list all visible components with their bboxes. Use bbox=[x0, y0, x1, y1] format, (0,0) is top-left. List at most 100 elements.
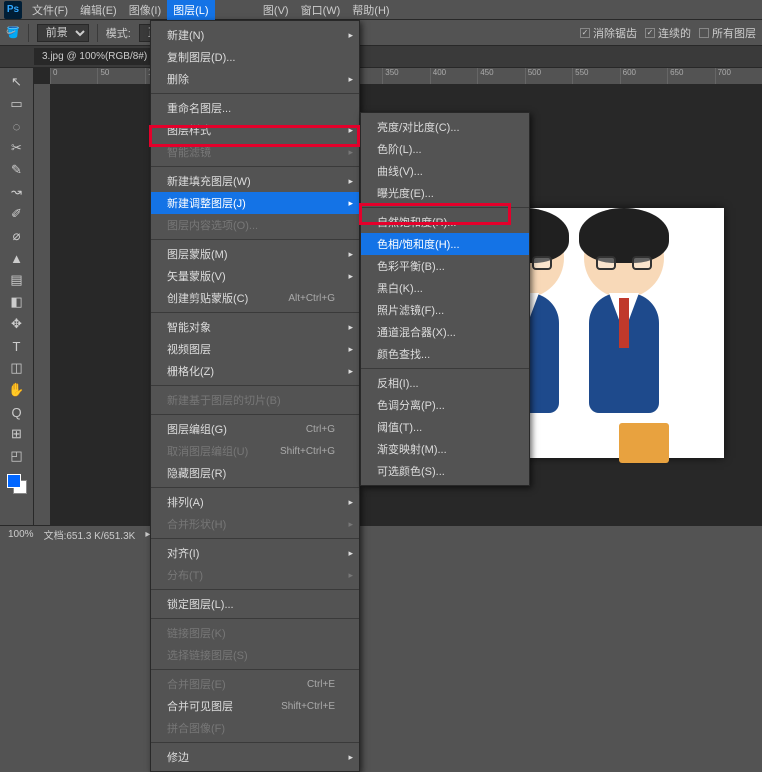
chevron-right-icon: ▸ bbox=[348, 344, 353, 355]
menu-item: 图层内容选项(O)... bbox=[151, 214, 359, 236]
ruler-vertical bbox=[34, 84, 50, 525]
menu-item[interactable]: 反相(I)... bbox=[361, 372, 529, 394]
tool-button[interactable]: ◰ bbox=[6, 446, 28, 466]
menu-item[interactable]: 图(V) bbox=[257, 0, 295, 20]
chevron-right-icon: ▸ bbox=[348, 74, 353, 85]
menu-item[interactable]: 图层编组(G)Ctrl+G bbox=[151, 418, 359, 440]
menu-item[interactable]: 帮助(H) bbox=[346, 0, 395, 20]
options-bar: 🪣 前景 模式: 正常 ✓消除锯齿 ✓连续的 所有图层 bbox=[0, 20, 762, 46]
mode-label: 模式: bbox=[106, 25, 131, 41]
chevron-right-icon: ▸ bbox=[348, 30, 353, 41]
contiguous-checkbox[interactable]: ✓连续的 bbox=[645, 25, 691, 41]
menu-item[interactable]: 阈值(T)... bbox=[361, 416, 529, 438]
menu-item[interactable]: 对齐(I)▸ bbox=[151, 542, 359, 564]
menu-item[interactable]: 重命名图层... bbox=[151, 97, 359, 119]
menu-item[interactable]: 栅格化(Z)▸ bbox=[151, 360, 359, 382]
tool-button[interactable]: ▲ bbox=[6, 248, 28, 268]
tool-button[interactable]: ↝ bbox=[6, 182, 28, 202]
menu-item[interactable]: 编辑(E) bbox=[74, 0, 123, 20]
tool-button[interactable]: ✋ bbox=[6, 380, 28, 400]
menu-item: 链接图层(K) bbox=[151, 622, 359, 644]
tool-button[interactable]: ✥ bbox=[6, 314, 28, 334]
menu-item[interactable]: 文件(F) bbox=[26, 0, 74, 20]
menu-item: 合并形状(H)▸ bbox=[151, 513, 359, 535]
menu-item[interactable]: 颜色查找... bbox=[361, 343, 529, 365]
menu-item[interactable]: 色彩平衡(B)... bbox=[361, 255, 529, 277]
all-layers-checkbox[interactable]: 所有图层 bbox=[699, 25, 756, 41]
tool-button[interactable]: Q bbox=[6, 402, 28, 422]
menu-item[interactable]: 图层蒙版(M)▸ bbox=[151, 243, 359, 265]
menu-item[interactable]: 亮度/对比度(C)... bbox=[361, 116, 529, 138]
tool-button[interactable]: ◫ bbox=[6, 358, 28, 378]
menu-item[interactable]: 锁定图层(L)... bbox=[151, 593, 359, 615]
menu-item[interactable]: 合并可见图层Shift+Ctrl+E bbox=[151, 695, 359, 717]
tool-button[interactable]: ▤ bbox=[6, 270, 28, 290]
chevron-right-icon: ▸ bbox=[348, 176, 353, 187]
tool-button[interactable]: T bbox=[6, 336, 28, 356]
menu-item[interactable]: 色调分离(P)... bbox=[361, 394, 529, 416]
menu-item[interactable]: 窗口(W) bbox=[295, 0, 347, 20]
tool-button[interactable]: ⌀ bbox=[6, 226, 28, 246]
menu-item: 选择链接图层(S) bbox=[151, 644, 359, 666]
chevron-right-icon: ▸ bbox=[348, 147, 353, 158]
menu-item[interactable]: 视频图层▸ bbox=[151, 338, 359, 360]
menu-item[interactable]: 智能对象▸ bbox=[151, 316, 359, 338]
menu-item[interactable]: 修边▸ bbox=[151, 746, 359, 768]
menu-item[interactable]: 照片滤镜(F)... bbox=[361, 299, 529, 321]
menu-item[interactable]: 渐变映射(M)... bbox=[361, 438, 529, 460]
menu-item[interactable]: 创建剪贴蒙版(C)Alt+Ctrl+G bbox=[151, 287, 359, 309]
menu-item: 分布(T)▸ bbox=[151, 564, 359, 586]
document-tab[interactable]: 3.jpg @ 100%(RGB/8#)× bbox=[34, 48, 167, 65]
chevron-right-icon: ▸ bbox=[348, 125, 353, 136]
menu-item[interactable]: 黑白(K)... bbox=[361, 277, 529, 299]
menu-item[interactable]: 图层(L) bbox=[167, 0, 214, 20]
tool-button[interactable]: ▭ bbox=[6, 94, 28, 114]
menu-item[interactable]: 新建填充图层(W)▸ bbox=[151, 170, 359, 192]
menu-item[interactable]: 自然饱和度(R)... bbox=[361, 211, 529, 233]
menu-item[interactable]: 矢量蒙版(V)▸ bbox=[151, 265, 359, 287]
chevron-right-icon: ▸ bbox=[348, 198, 353, 209]
menu-item[interactable]: 可选颜色(S)... bbox=[361, 460, 529, 482]
chevron-right-icon: ▸ bbox=[348, 271, 353, 282]
menu-item[interactable]: 新建调整图层(J)▸ bbox=[151, 192, 359, 214]
menu-item[interactable]: 复制图层(D)... bbox=[151, 46, 359, 68]
tool-button[interactable]: ✂ bbox=[6, 138, 28, 158]
menu-item[interactable]: 新建(N)▸ bbox=[151, 24, 359, 46]
menu-item[interactable]: 排列(A)▸ bbox=[151, 491, 359, 513]
tool-button[interactable]: ⊞ bbox=[6, 424, 28, 444]
menu-item[interactable]: 图像(I) bbox=[123, 0, 167, 20]
status-bar: 100% 文档:651.3 K/651.3K ▸ bbox=[0, 525, 762, 543]
tool-button[interactable]: ↖ bbox=[6, 72, 28, 92]
chevron-right-icon: ▸ bbox=[348, 752, 353, 763]
ps-logo-icon: Ps bbox=[4, 1, 22, 19]
menu-item[interactable]: 曝光度(E)... bbox=[361, 182, 529, 204]
antialias-checkbox[interactable]: ✓消除锯齿 bbox=[580, 25, 637, 41]
menu-bar: Ps 文件(F)编辑(E)图像(I)图层(L) 图(V)窗口(W)帮助(H) bbox=[0, 0, 762, 20]
menu-item[interactable] bbox=[215, 0, 236, 20]
tool-button[interactable]: ◌ bbox=[6, 116, 28, 136]
illustration-person bbox=[584, 218, 664, 413]
menu-item[interactable]: 图层样式▸ bbox=[151, 119, 359, 141]
tool-button[interactable]: ✎ bbox=[6, 160, 28, 180]
menu-item: 合并图层(E)Ctrl+E bbox=[151, 673, 359, 695]
fill-source-select[interactable]: 前景 bbox=[37, 24, 89, 42]
menu-item[interactable]: 色阶(L)... bbox=[361, 138, 529, 160]
menu-item[interactable]: 色相/饱和度(H)... bbox=[361, 233, 529, 255]
color-swatch[interactable] bbox=[7, 474, 27, 494]
menu-item[interactable] bbox=[236, 0, 257, 20]
tool-button[interactable]: ✐ bbox=[6, 204, 28, 224]
chevron-right-icon: ▸ bbox=[348, 519, 353, 530]
menu-item[interactable]: 隐藏图层(R) bbox=[151, 462, 359, 484]
chevron-right-icon: ▸ bbox=[348, 322, 353, 333]
menu-item[interactable]: 删除▸ bbox=[151, 68, 359, 90]
tool-button[interactable]: ◧ bbox=[6, 292, 28, 312]
toolbox: ↖▭◌✂✎↝✐⌀▲▤◧✥T◫✋Q⊞◰ bbox=[0, 68, 34, 525]
chevron-right-icon: ▸ bbox=[348, 548, 353, 559]
chevron-right-icon: ▸ bbox=[348, 366, 353, 377]
menu-item[interactable]: 曲线(V)... bbox=[361, 160, 529, 182]
zoom-level[interactable]: 100% bbox=[8, 529, 34, 540]
menu-item[interactable]: 通道混合器(X)... bbox=[361, 321, 529, 343]
menu-item: 新建基于图层的切片(B) bbox=[151, 389, 359, 411]
chevron-right-icon: ▸ bbox=[348, 497, 353, 508]
chevron-right-icon: ▸ bbox=[348, 570, 353, 581]
